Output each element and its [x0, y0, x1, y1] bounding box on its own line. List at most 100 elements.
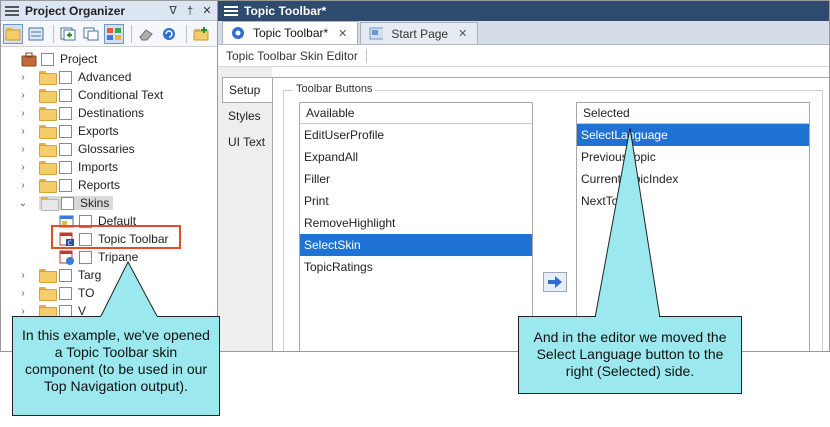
copy-button[interactable] — [81, 24, 101, 44]
list-item[interactable]: ExpandAll — [300, 146, 532, 168]
eraser-button[interactable] — [136, 24, 156, 44]
selected-header[interactable]: Selected — [577, 103, 809, 124]
side-tabs: Setup Styles UI Text — [222, 77, 272, 155]
move-right-button[interactable] — [543, 272, 567, 292]
available-header[interactable]: Available — [300, 103, 532, 124]
list-item[interactable]: NextTopic — [577, 190, 809, 212]
folder-view-button[interactable] — [3, 23, 23, 44]
tile-view-button[interactable] — [104, 23, 124, 44]
tree-root-project[interactable]: Project — [21, 50, 97, 68]
list-item[interactable]: RemoveHighlight — [300, 212, 532, 234]
skin-editor-header: Topic Toolbar Skin Editor — [218, 45, 829, 67]
tree-item-reports[interactable]: › Reports — [17, 176, 120, 194]
expand-icon[interactable]: › — [17, 72, 29, 83]
tree-item-destinations[interactable]: › Destinations — [17, 104, 144, 122]
tree-label: Destinations — [78, 106, 145, 120]
add-folder-button[interactable] — [191, 24, 211, 44]
checkbox[interactable] — [59, 142, 72, 156]
pin-icon[interactable]: † — [183, 5, 197, 17]
expand-icon[interactable]: › — [17, 288, 29, 299]
list-view-button[interactable] — [26, 24, 46, 44]
folder-icon — [39, 125, 57, 139]
list-item[interactable]: EditUserProfile — [300, 124, 532, 146]
tree-item-imports[interactable]: › Imports — [17, 158, 118, 176]
close-icon[interactable]: ✕ — [200, 4, 214, 17]
expand-icon[interactable]: › — [17, 270, 29, 281]
tree-label: Imports — [78, 160, 119, 174]
list-item[interactable]: PreviousTopic — [577, 146, 809, 168]
collapse-icon[interactable]: ⌄ — [17, 198, 29, 209]
checkbox[interactable] — [59, 106, 72, 120]
tab-styles[interactable]: Styles — [222, 103, 272, 129]
editor-title: Topic Toolbar* — [244, 4, 327, 18]
list-item[interactable]: Print — [300, 190, 532, 212]
tree-item-conditional-text[interactable]: › Conditional Text — [17, 86, 163, 104]
right-callout: And in the editor we moved the Select La… — [518, 316, 742, 394]
open-folder-icon — [41, 197, 59, 211]
close-tab-icon[interactable]: ✕ — [338, 27, 347, 40]
expand-icon[interactable]: › — [17, 180, 29, 191]
checkbox[interactable] — [59, 286, 72, 300]
checkbox[interactable] — [59, 160, 72, 174]
expand-icon[interactable]: › — [17, 306, 29, 317]
editor-window: Topic Toolbar* Topic Toolbar* ✕ Start Pa… — [218, 0, 830, 352]
expand-icon[interactable]: › — [17, 108, 29, 119]
expand-icon[interactable]: › — [17, 90, 29, 101]
checkbox[interactable] — [59, 88, 72, 102]
add-item-button[interactable] — [58, 24, 78, 44]
refresh-icon — [163, 27, 175, 40]
selected-list[interactable]: Selected SelectLanguage PreviousTopic Cu… — [576, 102, 810, 351]
tree-item-advanced[interactable]: › Advanced — [17, 68, 131, 86]
checkbox[interactable] — [59, 268, 72, 282]
project-organizer-title: Project Organizer — [25, 3, 126, 18]
add-folder-icon — [193, 26, 209, 40]
refresh-button[interactable] — [159, 24, 179, 44]
tab-start-page[interactable]: Start Page ✕ — [360, 22, 479, 44]
toolbar-separator — [131, 24, 132, 43]
expand-icon[interactable]: › — [17, 144, 29, 155]
tab-setup[interactable]: Setup — [222, 77, 272, 103]
skin-tab-icon — [232, 27, 244, 39]
expand-icon[interactable]: › — [17, 126, 29, 137]
tree-label: Conditional Text — [78, 88, 164, 102]
available-list[interactable]: Available EditUserProfile ExpandAll Fill… — [299, 102, 533, 351]
tab-label: Topic Toolbar* — [253, 26, 329, 40]
topic-toolbar-highlight-box — [51, 225, 181, 249]
folder-icon — [39, 107, 57, 121]
tree-item-glossaries[interactable]: › Glossaries — [17, 140, 135, 158]
dropdown-arrow-icon[interactable]: ∇ — [166, 4, 180, 17]
add-item-icon — [60, 27, 76, 40]
checkbox[interactable] — [59, 178, 72, 192]
tree-label: Advanced — [78, 70, 132, 84]
toolbar-separator — [186, 24, 187, 43]
start-page-icon — [369, 27, 384, 39]
tab-ui-text[interactable]: UI Text — [222, 129, 272, 155]
close-tab-icon[interactable]: ✕ — [458, 27, 467, 40]
checkbox[interactable] — [59, 70, 72, 84]
copy-icon — [83, 27, 99, 40]
project-organizer-titlebar: Project Organizer ∇ † ✕ — [1, 1, 217, 21]
tree-item-exports[interactable]: › Exports — [17, 122, 119, 140]
folder-icon — [5, 27, 21, 40]
checkbox[interactable] — [79, 250, 92, 264]
menu-grip-icon[interactable] — [224, 6, 238, 16]
checkbox[interactable] — [59, 124, 72, 138]
tree-item-tripane-skin[interactable]: Tripane — [59, 248, 138, 266]
expand-icon[interactable]: › — [17, 162, 29, 173]
tree-item-toc[interactable]: › TO — [17, 284, 94, 302]
tab-topic-toolbar[interactable]: Topic Toolbar* ✕ — [222, 21, 359, 44]
menu-grip-icon[interactable] — [5, 5, 19, 16]
list-item[interactable]: Filler — [300, 168, 532, 190]
skins-row-highlight: Skins — [39, 196, 114, 211]
list-item[interactable]: CurrentTopicIndex — [577, 168, 809, 190]
folder-icon — [39, 71, 57, 85]
tree-item-targets[interactable]: › Targ — [17, 266, 101, 284]
list-item[interactable]: TopicRatings — [300, 256, 532, 278]
checkbox[interactable] — [61, 196, 74, 210]
folder-icon — [39, 89, 57, 103]
list-item-selected[interactable]: SelectSkin — [300, 234, 532, 256]
tree-item-skins[interactable]: ⌄ Skins — [17, 194, 114, 212]
project-organizer-pane: Project Organizer ∇ † ✕ Project › Advanc… — [0, 0, 218, 352]
checkbox[interactable] — [41, 52, 54, 66]
list-item-selected[interactable]: SelectLanguage — [577, 124, 809, 146]
